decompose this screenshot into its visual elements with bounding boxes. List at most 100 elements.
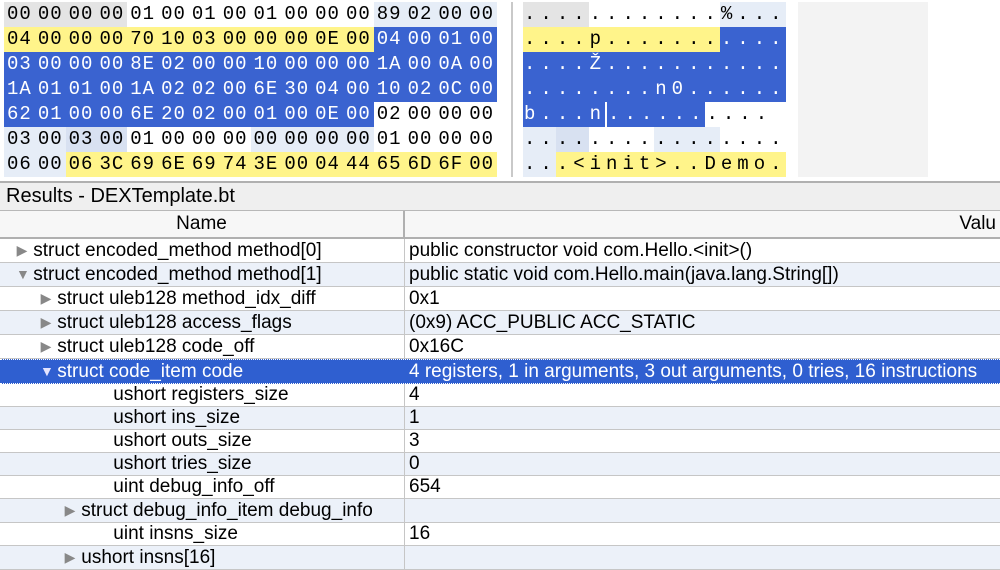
ascii-char[interactable]: .: [605, 2, 621, 27]
ascii-char[interactable]: .: [523, 152, 539, 177]
ascii-char[interactable]: b: [523, 102, 539, 127]
hex-byte[interactable]: 00: [158, 2, 189, 27]
ascii-char[interactable]: .: [769, 77, 785, 102]
ascii-char[interactable]: n: [589, 102, 605, 127]
hex-byte[interactable]: 02: [189, 102, 220, 127]
column-header-name[interactable]: Name: [0, 211, 405, 237]
ascii-char[interactable]: .: [687, 2, 703, 27]
hex-byte[interactable]: 06: [4, 152, 35, 177]
hex-byte[interactable]: 01: [189, 2, 220, 27]
hex-byte[interactable]: 10: [251, 52, 282, 77]
hex-byte[interactable]: 00: [66, 2, 97, 27]
hex-byte[interactable]: 00: [35, 27, 66, 52]
ascii-char[interactable]: .: [556, 152, 572, 177]
ascii-char[interactable]: .: [671, 27, 687, 52]
disclosure-right-icon[interactable]: ▶: [40, 311, 52, 333]
ascii-char[interactable]: .: [539, 27, 555, 52]
ascii-char[interactable]: .: [753, 2, 769, 27]
disclosure-right-icon[interactable]: ▶: [40, 335, 52, 357]
hex-byte[interactable]: 00: [312, 127, 343, 152]
hex-byte[interactable]: 06: [66, 152, 97, 177]
hex-byte[interactable]: 00: [251, 127, 282, 152]
hex-byte[interactable]: 01: [251, 102, 282, 127]
hex-byte[interactable]: 00: [281, 127, 312, 152]
hex-byte[interactable]: 00: [96, 77, 127, 102]
hex-byte[interactable]: 02: [405, 2, 436, 27]
hex-byte[interactable]: 8E: [127, 52, 158, 77]
tree-row[interactable]: ▼ struct code_item code4 registers, 1 in…: [0, 359, 1000, 384]
hex-byte[interactable]: 20: [158, 102, 189, 127]
ascii-char[interactable]: .: [687, 27, 703, 52]
disclosure-right-icon[interactable]: ▶: [64, 499, 76, 521]
hex-byte[interactable]: 00: [466, 77, 497, 102]
ascii-char[interactable]: .: [720, 52, 736, 77]
hex-byte[interactable]: 00: [281, 52, 312, 77]
hex-byte[interactable]: 01: [435, 27, 466, 52]
hex-byte[interactable]: 02: [158, 52, 189, 77]
hex-byte[interactable]: 00: [189, 127, 220, 152]
hex-byte[interactable]: 00: [466, 2, 497, 27]
hex-byte[interactable]: 01: [374, 127, 405, 152]
ascii-char[interactable]: D: [703, 152, 719, 177]
hex-byte[interactable]: 00: [281, 2, 312, 27]
hex-byte[interactable]: 00: [343, 2, 374, 27]
ascii-char[interactable]: .: [769, 52, 785, 77]
ascii-char[interactable]: .: [687, 52, 703, 77]
hex-byte[interactable]: 30: [281, 77, 312, 102]
column-header-value[interactable]: Valu: [405, 211, 1000, 237]
tree-row[interactable]: ▼ struct encoded_method method[1]public …: [0, 263, 1000, 287]
hex-byte[interactable]: 04: [374, 27, 405, 52]
ascii-char[interactable]: .: [572, 52, 588, 77]
ascii-char[interactable]: .: [671, 52, 687, 77]
ascii-char[interactable]: .: [687, 77, 703, 102]
ascii-char[interactable]: .: [654, 127, 670, 152]
hex-byte[interactable]: 62: [4, 102, 35, 127]
ascii-char[interactable]: .: [753, 52, 769, 77]
hex-byte[interactable]: 00: [66, 102, 97, 127]
ascii-char[interactable]: .: [722, 102, 738, 127]
hex-byte[interactable]: 00: [312, 2, 343, 27]
tree-row[interactable]: ushort registers_size4: [0, 384, 1000, 407]
ascii-char[interactable]: .: [605, 52, 621, 77]
ascii-char[interactable]: 0: [671, 77, 687, 102]
ascii-char[interactable]: .: [753, 77, 769, 102]
hex-byte[interactable]: 89: [374, 2, 405, 27]
ascii-char[interactable]: >: [654, 152, 670, 177]
hex-bytes-column[interactable]: 0000000001000100010000008902000004000000…: [4, 2, 497, 177]
ascii-char[interactable]: .: [671, 152, 687, 177]
hex-byte[interactable]: 3C: [96, 152, 127, 177]
ascii-char[interactable]: .: [703, 77, 719, 102]
ascii-char[interactable]: .: [539, 52, 555, 77]
hex-byte[interactable]: 00: [343, 127, 374, 152]
ascii-char[interactable]: .: [720, 77, 736, 102]
hex-byte[interactable]: 1A: [374, 52, 405, 77]
hex-byte[interactable]: 10: [374, 77, 405, 102]
ascii-char[interactable]: .: [556, 52, 572, 77]
hex-byte[interactable]: 69: [189, 152, 220, 177]
hex-byte[interactable]: 00: [281, 27, 312, 52]
ascii-char[interactable]: .: [736, 127, 752, 152]
tree-row[interactable]: ▶ struct uleb128 access_flags(0x9) ACC_P…: [0, 311, 1000, 335]
ascii-char[interactable]: .: [703, 2, 719, 27]
hex-byte[interactable]: 01: [35, 102, 66, 127]
hex-byte[interactable]: 00: [35, 152, 66, 177]
ascii-char[interactable]: .: [671, 127, 687, 152]
tree-row[interactable]: ushort tries_size0: [0, 453, 1000, 476]
ascii-char[interactable]: .: [769, 152, 785, 177]
disclosure-right-icon[interactable]: ▶: [64, 546, 76, 568]
ascii-char[interactable]: .: [572, 27, 588, 52]
ascii-char[interactable]: .: [621, 77, 637, 102]
tree-row[interactable]: ▶ ushort insns[16]: [0, 546, 1000, 570]
hex-byte[interactable]: 00: [189, 52, 220, 77]
ascii-char[interactable]: .: [673, 102, 689, 127]
ascii-char[interactable]: .: [556, 27, 572, 52]
hex-byte[interactable]: 00: [435, 102, 466, 127]
ascii-char[interactable]: .: [572, 127, 588, 152]
hex-byte[interactable]: 02: [405, 77, 436, 102]
ascii-char[interactable]: .: [769, 2, 785, 27]
hex-byte[interactable]: 00: [220, 27, 251, 52]
hex-byte[interactable]: 00: [405, 127, 436, 152]
ascii-char[interactable]: .: [720, 27, 736, 52]
ascii-char[interactable]: .: [556, 127, 572, 152]
hex-byte[interactable]: 69: [127, 152, 158, 177]
